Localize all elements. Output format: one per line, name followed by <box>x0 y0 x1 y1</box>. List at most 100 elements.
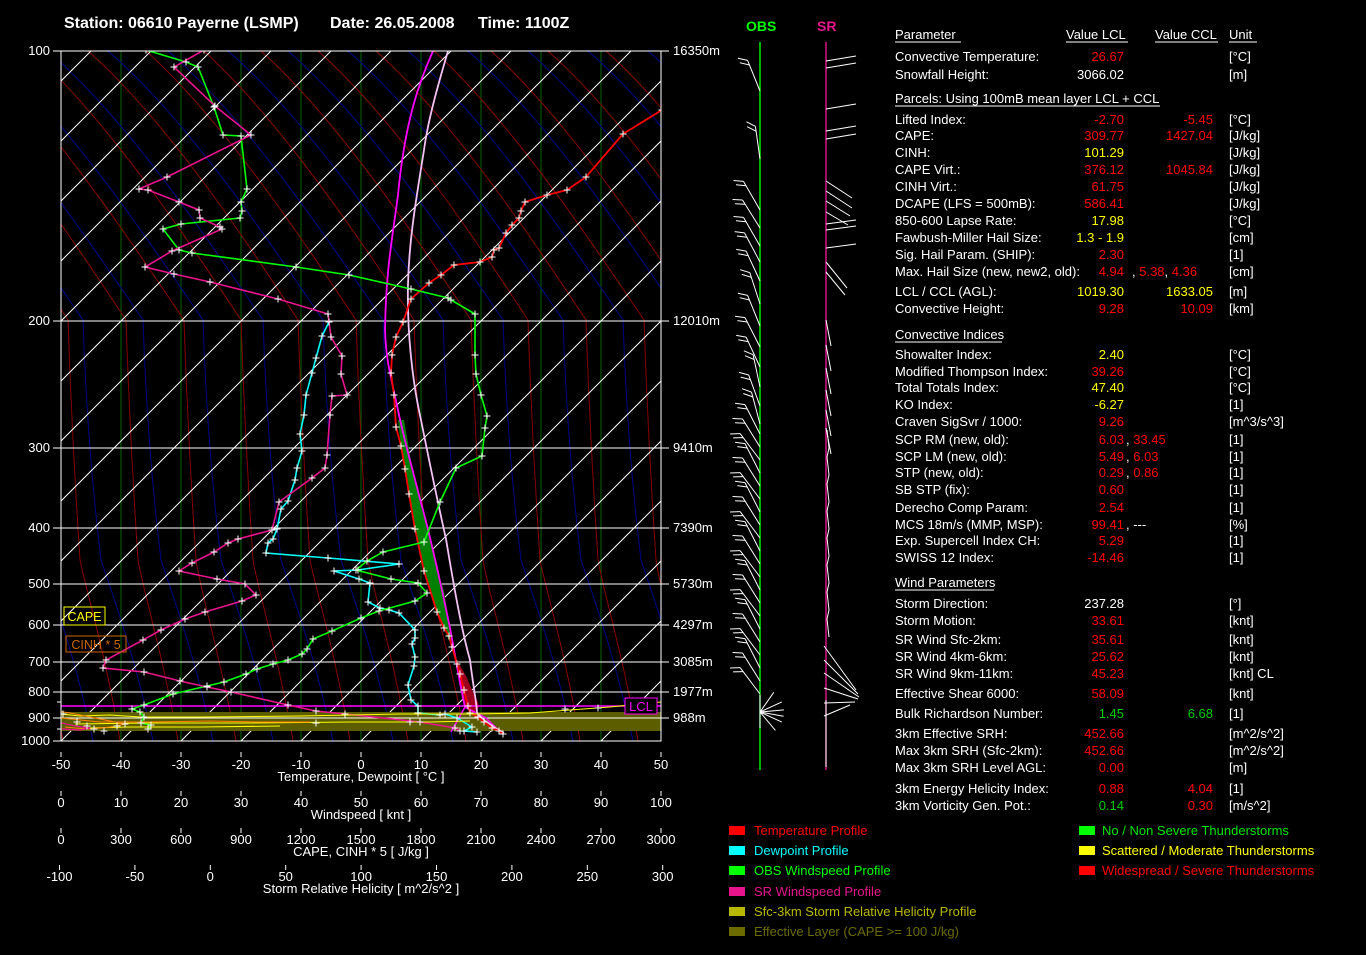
svg-text:80: 80 <box>534 795 548 810</box>
svg-text:SR: SR <box>817 18 836 34</box>
svg-text:376.12: 376.12 <box>1084 162 1124 177</box>
svg-text:OBS Windspeed Profile: OBS Windspeed Profile <box>754 863 891 878</box>
svg-text:600: 600 <box>170 832 192 847</box>
svg-text:0.00: 0.00 <box>1099 760 1124 775</box>
svg-text:Total Totals Index:: Total Totals Index: <box>895 380 999 395</box>
svg-text:45.23: 45.23 <box>1091 666 1124 681</box>
svg-text:Fawbush-Miller Hail Size:: Fawbush-Miller Hail Size: <box>895 230 1042 245</box>
svg-text:400: 400 <box>28 520 50 535</box>
svg-text:Convective Height:: Convective Height: <box>895 301 1004 316</box>
svg-text:2.40: 2.40 <box>1099 347 1124 362</box>
svg-text:, 5.38, 4.36: , 5.38, 4.36 <box>1132 264 1197 279</box>
svg-text:[1]: [1] <box>1229 706 1243 721</box>
svg-text:300: 300 <box>652 869 674 884</box>
svg-text:0.14: 0.14 <box>1099 798 1124 813</box>
svg-text:DCAPE (LFS = 500mB):: DCAPE (LFS = 500mB): <box>895 196 1036 211</box>
svg-text:SR Wind 4km-6km:: SR Wind 4km-6km: <box>895 649 1007 664</box>
svg-text:Storm Motion:: Storm Motion: <box>895 613 976 628</box>
svg-text:101.29: 101.29 <box>1084 145 1124 160</box>
svg-text:-50: -50 <box>52 757 71 772</box>
svg-text:9410m: 9410m <box>673 440 713 455</box>
svg-text:-40: -40 <box>112 757 131 772</box>
svg-text:Convective Temperature:: Convective Temperature: <box>895 49 1039 64</box>
svg-text:[knt]: [knt] <box>1229 613 1254 628</box>
svg-text:CAPE:: CAPE: <box>895 128 934 143</box>
svg-text:[°C]: [°C] <box>1229 364 1251 379</box>
svg-text:Convective Indices: Convective Indices <box>895 327 1005 342</box>
svg-text:-14.46: -14.46 <box>1087 550 1124 565</box>
svg-text:[°C]: [°C] <box>1229 112 1251 127</box>
svg-text:10.09: 10.09 <box>1180 301 1213 316</box>
svg-text:-2.70: -2.70 <box>1094 112 1124 127</box>
svg-text:-20: -20 <box>232 757 251 772</box>
svg-text:0.88: 0.88 <box>1099 781 1124 796</box>
svg-text:CINH:: CINH: <box>895 145 930 160</box>
svg-text:500: 500 <box>28 576 50 591</box>
svg-text:39.26: 39.26 <box>1091 364 1124 379</box>
svg-text:Craven SigSvr / 1000:: Craven SigSvr / 1000: <box>895 414 1022 429</box>
svg-text:CAPE: CAPE <box>67 610 101 624</box>
svg-text:16350m: 16350m <box>673 43 720 58</box>
svg-text:SR Wind 9km-11km:: SR Wind 9km-11km: <box>895 666 1013 681</box>
svg-text:6.03: 6.03 <box>1099 432 1124 447</box>
svg-text:30: 30 <box>234 795 248 810</box>
svg-text:4.04: 4.04 <box>1188 781 1213 796</box>
svg-text:LCL: LCL <box>629 699 653 714</box>
svg-text:Effective Shear 6000:: Effective Shear 6000: <box>895 686 1019 701</box>
svg-text:4297m: 4297m <box>673 617 713 632</box>
svg-text:900: 900 <box>28 710 50 725</box>
svg-text:2700: 2700 <box>587 832 616 847</box>
svg-text:Max. Hail Size (new, new2, old: Max. Hail Size (new, new2, old): <box>895 264 1080 279</box>
svg-text:KO Index:: KO Index: <box>895 397 953 412</box>
svg-text:3066.02: 3066.02 <box>1077 67 1124 82</box>
svg-text:[°C]: [°C] <box>1229 347 1251 362</box>
svg-text:, ---: , --- <box>1126 517 1146 532</box>
svg-text:Max 3km SRH (Sfc-2km):: Max 3km SRH (Sfc-2km): <box>895 743 1042 758</box>
svg-text:300: 300 <box>110 832 132 847</box>
svg-text:0.29: 0.29 <box>1099 465 1124 480</box>
svg-text:[1]: [1] <box>1229 432 1243 447</box>
svg-text:Temperature Profile: Temperature Profile <box>754 823 867 838</box>
svg-text:-100: -100 <box>46 869 72 884</box>
svg-text:Bulk Richardson Number:: Bulk Richardson Number: <box>895 706 1043 721</box>
svg-text:Modified Thompson Index:: Modified Thompson Index: <box>895 364 1048 379</box>
svg-text:700: 700 <box>28 654 50 669</box>
svg-text:90: 90 <box>594 795 608 810</box>
svg-text:100: 100 <box>28 43 50 58</box>
svg-text:CAPE Virt.:: CAPE Virt.: <box>895 162 961 177</box>
svg-text:[knt]: [knt] <box>1229 649 1254 664</box>
svg-text:9.28: 9.28 <box>1099 301 1124 316</box>
svg-text:Showalter Index:: Showalter Index: <box>895 347 992 362</box>
svg-text:1427.04: 1427.04 <box>1166 128 1213 143</box>
svg-text:[°C]: [°C] <box>1229 213 1251 228</box>
svg-text:[knt] CL: [knt] CL <box>1229 666 1274 681</box>
svg-text:70: 70 <box>474 795 488 810</box>
svg-text:Lifted Index:: Lifted Index: <box>895 112 966 127</box>
svg-text:No / Non Severe Thunderstorms: No / Non Severe Thunderstorms <box>1102 823 1289 838</box>
svg-text:[J/kg]: [J/kg] <box>1229 179 1260 194</box>
svg-text:100: 100 <box>650 795 672 810</box>
svg-text:3km Vorticity Gen. Pot.:: 3km Vorticity Gen. Pot.: <box>895 798 1031 813</box>
svg-text:850-600 Lapse Rate:: 850-600 Lapse Rate: <box>895 213 1016 228</box>
svg-text:2.30: 2.30 <box>1099 247 1124 262</box>
svg-text:SWISS 12 Index:: SWISS 12 Index: <box>895 550 994 565</box>
svg-text:988m: 988m <box>673 710 706 725</box>
svg-text:[1]: [1] <box>1229 500 1243 515</box>
svg-text:Parcels: Using 100mB mean laye: Parcels: Using 100mB mean layer LCL + CC… <box>895 91 1159 106</box>
svg-text:Widespread / Severe Thundersto: Widespread / Severe Thunderstorms <box>1102 863 1315 878</box>
svg-text:CAPE, CINH * 5 [ J/kg ]: CAPE, CINH * 5 [ J/kg ] <box>293 844 429 859</box>
svg-text:5730m: 5730m <box>673 576 713 591</box>
svg-text:0: 0 <box>57 832 64 847</box>
svg-text:[1]: [1] <box>1229 533 1243 548</box>
svg-text:Dewpoint Profile: Dewpoint Profile <box>754 843 849 858</box>
svg-text:[%]: [%] <box>1229 517 1248 532</box>
svg-text:5.29: 5.29 <box>1099 533 1124 548</box>
svg-text:SB STP (fix):: SB STP (fix): <box>895 482 970 497</box>
svg-text:[1]: [1] <box>1229 781 1243 796</box>
svg-text:-6.27: -6.27 <box>1094 397 1124 412</box>
svg-text:237.28: 237.28 <box>1084 596 1124 611</box>
svg-text:[1]: [1] <box>1229 465 1243 480</box>
svg-text:[J/kg]: [J/kg] <box>1229 196 1260 211</box>
svg-text:20: 20 <box>174 795 188 810</box>
svg-text:[cm]: [cm] <box>1229 264 1254 279</box>
